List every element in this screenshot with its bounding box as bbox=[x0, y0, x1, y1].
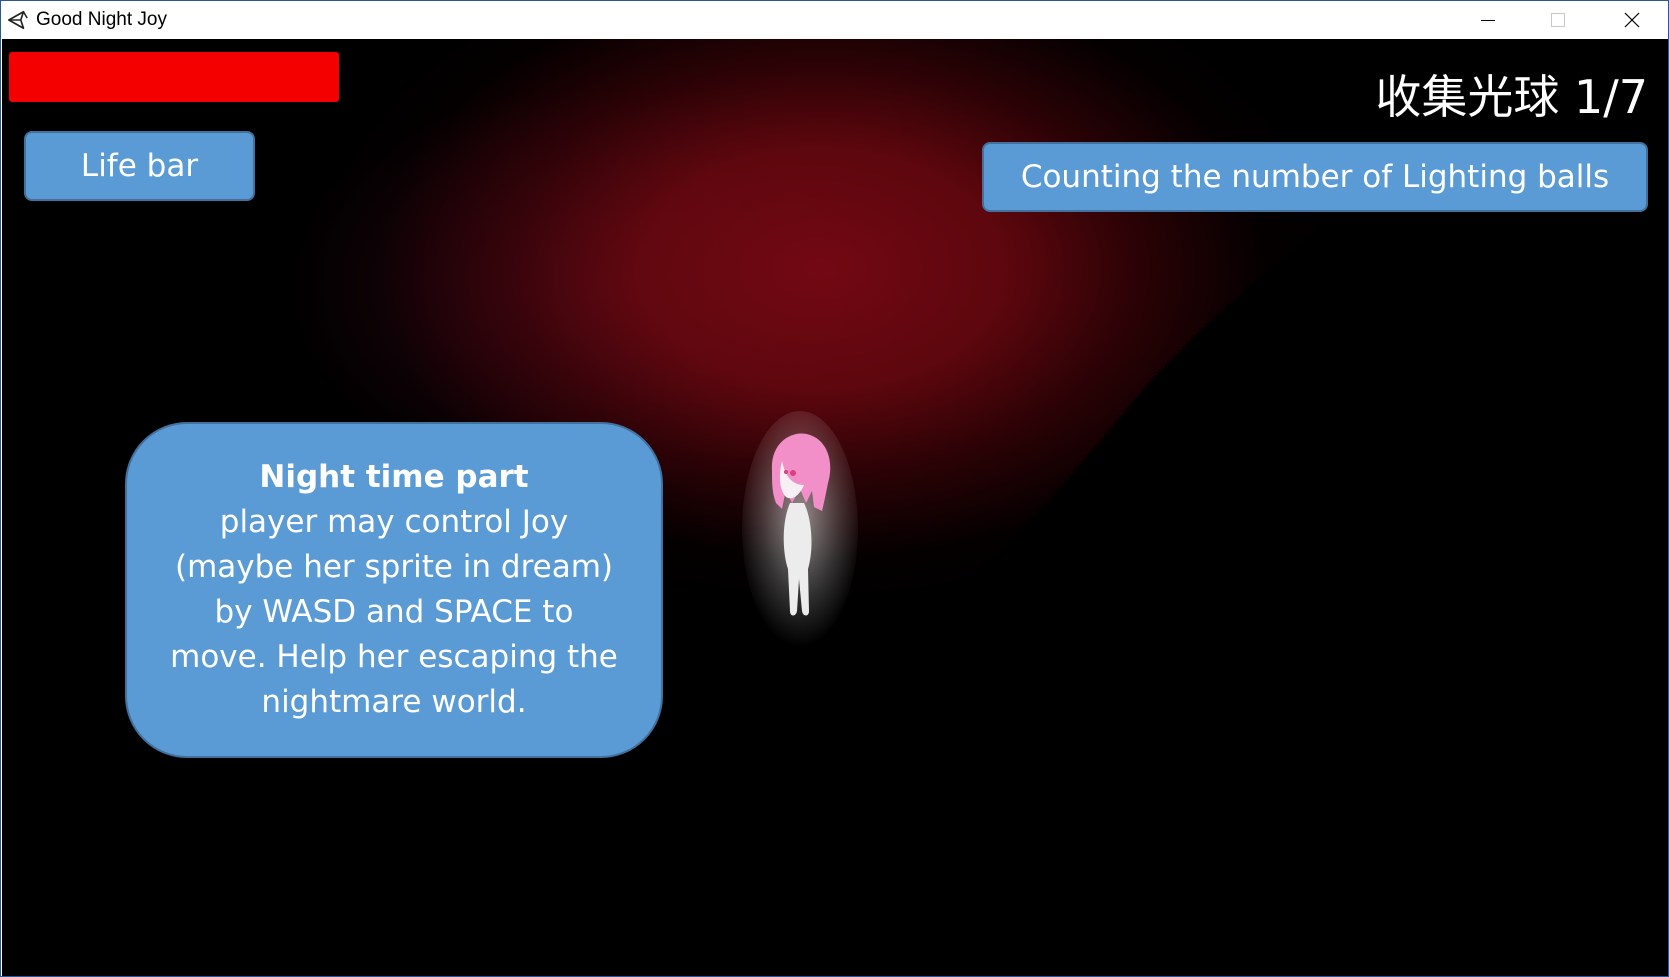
night-callout-line: (maybe her sprite in dream) bbox=[174, 549, 614, 585]
game-window: Good Night Joy Life bar 收集光球 1/7 Countin… bbox=[0, 0, 1669, 977]
game-viewport[interactable]: Life bar 收集光球 1/7 Counting the number of… bbox=[2, 39, 1668, 976]
counter-callout-text: Counting the number of Lighting balls bbox=[1020, 159, 1610, 195]
maximize-icon bbox=[1551, 13, 1565, 27]
night-callout-line: player may control Joy bbox=[219, 504, 569, 540]
joy-character-sprite[interactable] bbox=[742, 411, 862, 651]
lighting-ball-counter: 收集光球 1/7 bbox=[1375, 70, 1648, 124]
minimize-icon bbox=[1481, 20, 1495, 21]
night-callout-line: move. Help her escaping the bbox=[170, 639, 618, 675]
title-bar[interactable]: Good Night Joy bbox=[1, 1, 1668, 39]
life-bar-callout: Life bar bbox=[24, 131, 255, 201]
night-callout-heading: Night time part bbox=[259, 459, 529, 495]
close-button[interactable] bbox=[1597, 1, 1667, 39]
night-callout-line: nightmare world. bbox=[261, 684, 527, 720]
minimize-button[interactable] bbox=[1453, 1, 1523, 39]
night-time-callout: Night time part player may control Joy (… bbox=[125, 422, 663, 758]
night-callout-line: by WASD and SPACE to bbox=[214, 594, 574, 630]
unity-logo-icon bbox=[8, 10, 28, 30]
maximize-button[interactable] bbox=[1523, 1, 1593, 39]
close-icon bbox=[1624, 12, 1640, 28]
life-bar bbox=[9, 52, 339, 102]
window-title: Good Night Joy bbox=[36, 9, 167, 30]
life-bar-callout-text: Life bar bbox=[80, 148, 199, 184]
counter-callout: Counting the number of Lighting balls bbox=[982, 142, 1648, 212]
